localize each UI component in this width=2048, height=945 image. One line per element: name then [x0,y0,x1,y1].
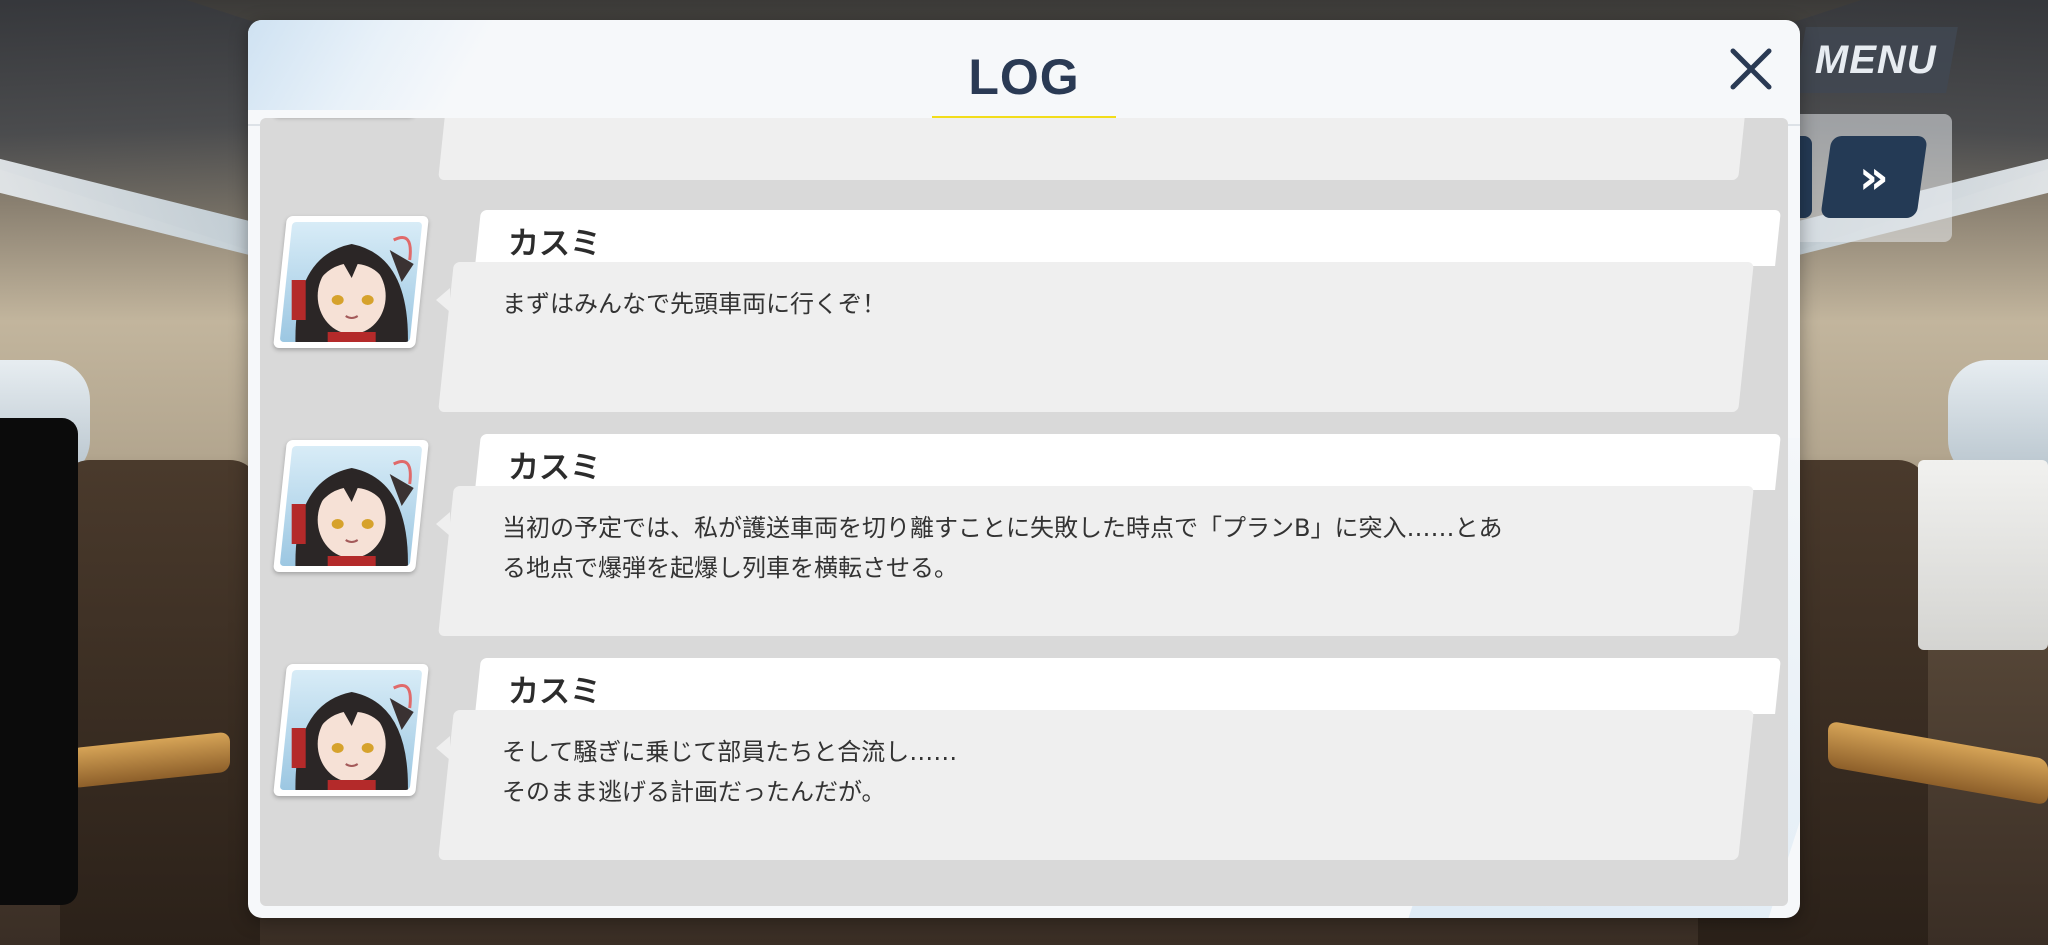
log-list[interactable]: カスミ まずはみんなで先頭車両に行くぞ！ カスミ 当初の予定では、私が護送車両を… [260,118,1788,906]
bubble-pointer [436,736,450,760]
speaker-avatar [273,216,429,348]
menu-button[interactable]: MENU [1794,27,1958,93]
speaker-name: カスミ [508,226,601,262]
speaker-name-tab [475,210,1781,266]
speaker-avatar [273,440,429,572]
message-text: そして騒ぎに乗じて部員たちと合流し…… そのまま逃げる計画だったんだが。 [502,738,958,806]
speaker-avatar [273,664,429,796]
message-text: 当初の予定では、私が護送車両を切り離すことに失敗した時点で「プランB」に突入……… [502,514,1503,582]
menu-label: MENU [1815,37,1937,82]
log-entry: カスミ そして騒ぎに乗じて部員たちと合流し…… そのまま逃げる計画だったんだが。 [260,658,1788,866]
speaker-name-tab [475,434,1781,490]
close-button[interactable] [1716,34,1786,104]
speaker-name: カスミ [508,674,601,710]
close-icon [1730,48,1772,90]
fast-forward-icon: » [1859,150,1877,204]
log-entry: カスミ まずはみんなで先頭車両に行くぞ！ [260,210,1788,418]
log-dialog: LOG カスミ まずはみんなで先頭車両に行くぞ！ カスミ 当初の予定では、私が護… [248,20,1800,918]
bubble-pointer [436,512,450,536]
message-bubble [438,118,1754,180]
log-entry [260,118,1788,186]
headrest-cover-right [1918,460,2048,650]
log-entry: カスミ 当初の予定では、私が護送車両を切り離すことに失敗した時点で「プランB」に… [260,434,1788,642]
dialog-title: LOG [968,49,1080,105]
side-panel [0,418,78,905]
message-text: まずはみんなで先頭車両に行くぞ！ [502,290,886,318]
speaker-name-tab [475,658,1781,714]
speaker-name: カスミ [508,450,601,486]
bubble-pointer [436,288,450,312]
fast-forward-button[interactable]: » [1820,136,1928,218]
seat-left [60,460,260,945]
